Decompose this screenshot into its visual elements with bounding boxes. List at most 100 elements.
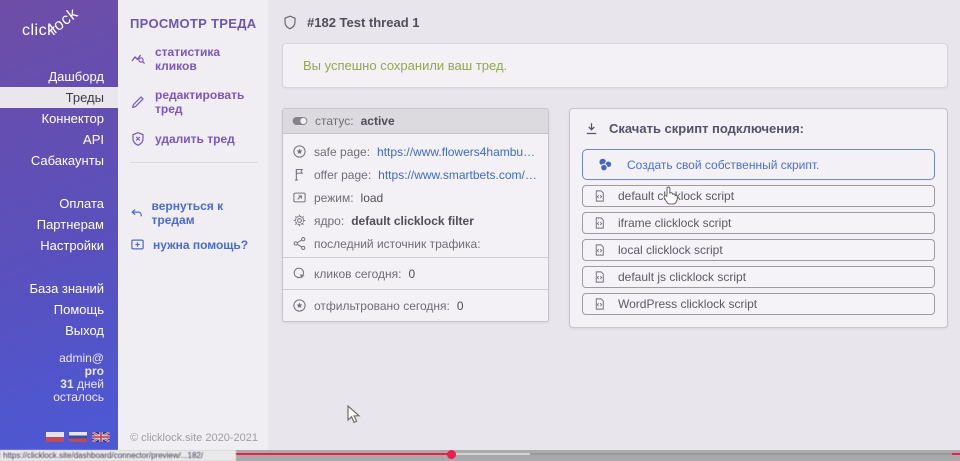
action-edit-thread[interactable]: редактировать тред [130,88,258,116]
sidebar: click lock Дашборд Треды Коннектор API С… [0,0,118,450]
row-label: ядро: [314,214,344,228]
file-code-icon [593,243,606,257]
button-label: WordPress clicklock script [618,297,757,311]
iframe-clicklock-script-button[interactable]: iframe clicklock script [582,212,935,234]
thread-header: #182 Test thread 1 [282,14,948,31]
sidebar-item-dashboard[interactable]: Дашборд [0,66,118,87]
link-label: вернуться к тредам [152,199,258,227]
row-label: последний источник трафика: [314,237,481,251]
download-scripts-card: Скачать скрипт подключения: Создать свой… [569,108,948,328]
undo-icon [130,206,144,221]
progress-buffer [452,453,530,455]
default-js-clicklock-script-button[interactable]: default js clicklock script [582,266,935,288]
ads-click-icon [292,266,307,281]
sidebar-item-knowledge-base[interactable]: База знаний [0,278,118,299]
click-stats-icon [130,51,146,67]
file-code-icon [593,297,606,311]
sidebar-item-api[interactable]: API [0,129,118,150]
sidebar-item-subaccounts[interactable]: Сабакаунты [0,150,118,171]
clicks-today-row: кликов сегодня: 0 [283,257,548,289]
button-label: iframe clicklock script [618,216,731,230]
sidebar-nav: Дашборд Треды Коннектор API Сабакаунты О… [0,50,118,341]
status-label: статус: [315,114,354,128]
account-info: admin@ pro 31 дней осталось [0,352,118,404]
sidebar-item-partners[interactable]: Партнерам [0,214,118,235]
wordpress-clicklock-script-button[interactable]: WordPress clicklock script [582,293,935,315]
need-help-link[interactable]: нужна помощь? [130,237,258,252]
launch-icon [292,190,307,205]
account-days-left: 31 дней осталось [14,378,104,404]
clicklock-logo: click lock [0,8,118,50]
action-label: редактировать тред [155,88,258,116]
sidebar-item-help[interactable]: Помощь [0,299,118,320]
stat-label: кликов сегодня: [314,267,402,281]
filtered-today-row: отфильтровано сегодня: 0 [283,289,548,321]
nodes-icon [595,156,615,174]
thread-panel-title: ПРОСМОТР ТРЕДА [130,16,258,31]
clicks-today-value: 0 [409,267,416,281]
local-clicklock-script-button[interactable]: local clicklock script [582,239,935,261]
gear-icon [292,213,307,228]
file-code-icon [593,270,606,284]
safe-page-link[interactable]: https://www.flowers4hamburg.com/ [377,145,539,159]
panel-divider [130,162,258,163]
sidebar-item-settings[interactable]: Настройки [0,235,118,256]
sidebar-item-threads[interactable]: Треды [0,87,118,108]
thread-panel: ПРОСМОТР ТРЕДА статистика кликов редакти… [118,0,268,450]
button-label: local clicklock script [618,243,723,257]
pencil-icon [130,94,146,110]
action-delete-thread[interactable]: удалить тред [130,131,258,147]
status-value: active [361,114,395,128]
mode-value: load [361,191,384,205]
toggle-on-icon [292,116,308,126]
help-plus-icon [130,237,145,252]
action-label: статистика кликов [155,45,258,73]
page-title: #182 Test thread 1 [307,15,419,30]
shield-icon [282,14,298,31]
sidebar-item-connector[interactable]: Коннектор [0,108,118,129]
scripts-card-header: Скачать скрипт подключения: [582,119,935,140]
last-traffic-source-row: последний источник трафика: [283,232,548,255]
stat-label: отфильтровано сегодня: [314,299,450,313]
link-label: нужна помощь? [153,238,248,252]
row-label: offer page: [314,168,371,182]
main-content: #182 Test thread 1 Вы успешно сохранили … [268,0,960,450]
scripts-card-title: Скачать скрипт подключения: [609,121,804,136]
offer-page-link[interactable]: https://www.smartbets.com/football/tea..… [378,168,539,182]
thread-panel-links: вернуться к тредам нужна помощь? [130,199,258,252]
row-label: режим: [314,191,354,205]
mode-row: режим: load [283,186,548,209]
safe-page-row: safe page: https://www.flowers4hamburg.c… [283,140,548,163]
button-label: Создать свой собственный скрипт. [627,158,819,172]
file-code-icon [593,216,606,230]
app-window: click lock Дашборд Треды Коннектор API С… [0,0,960,450]
file-code-icon [593,189,606,203]
core-value: default clicklock filter [351,214,474,228]
default-clicklock-script-button[interactable]: default clicklock script [582,185,935,207]
share-icon [292,236,307,251]
russia-flag-icon[interactable] [69,432,87,442]
progress-handle[interactable] [447,450,456,459]
create-custom-script-button[interactable]: Создать свой собственный скрипт. [582,149,935,180]
language-switcher [0,404,118,450]
download-icon [584,121,599,136]
back-to-threads-link[interactable]: вернуться к тредам [130,199,258,227]
sidebar-item-payment[interactable]: Оплата [0,193,118,214]
button-label: default js clicklock script [618,270,746,284]
offer-page-row: offer page: https://www.smartbets.com/fo… [283,163,548,186]
action-click-stats[interactable]: статистика кликов [130,45,258,73]
thread-status-card: статус: active safe page: https://www.fl… [282,108,549,322]
browser-status-url: https://clicklock.site/dashboard/connect… [0,450,236,461]
progress-end-marker [952,453,960,455]
button-label: default clicklock script [618,189,734,203]
success-alert: Вы успешно сохранили ваш тред. [282,43,948,88]
status-header-row: статус: active [283,109,548,134]
action-label: удалить тред [155,132,235,146]
shield-x-icon [130,131,146,147]
sidebar-item-logout[interactable]: Выход [0,320,118,341]
core-row: ядро: default clicklock filter [283,209,548,232]
uk-flag-icon[interactable] [92,432,110,442]
poland-flag-icon[interactable] [46,432,64,442]
flag-icon [292,167,307,182]
badge-star-icon [292,144,307,159]
